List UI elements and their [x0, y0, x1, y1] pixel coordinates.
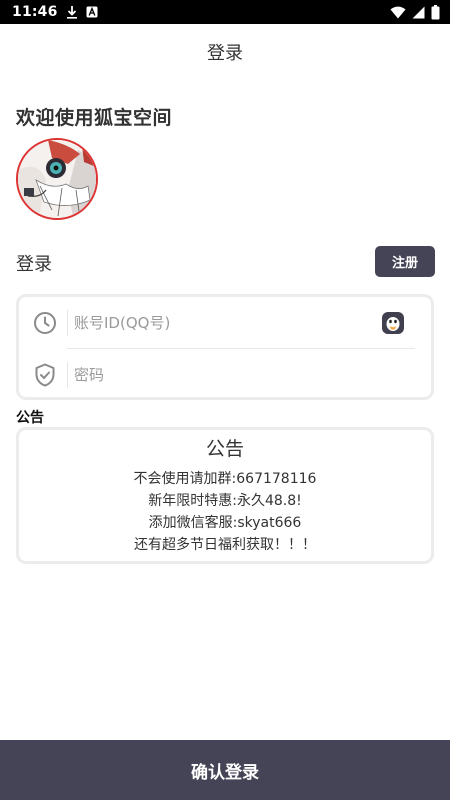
login-label: 登录 [16, 254, 52, 275]
field-separator [67, 362, 68, 388]
password-row [19, 349, 431, 401]
field-separator [67, 310, 68, 336]
signal-icon [412, 6, 425, 19]
notice-line: 还有超多节日福利获取！！！ [134, 537, 316, 553]
password-input[interactable] [74, 355, 431, 395]
avatar[interactable] [16, 138, 98, 220]
notice-line: 添加微信客服:skyat666 [148, 515, 302, 531]
login-form [16, 294, 434, 400]
status-bar: 11:46 [0, 0, 450, 24]
status-right [390, 4, 440, 20]
account-input[interactable] [74, 303, 431, 343]
notice-card: 公告 不会使用请加群:667178116 新年限时特惠:永久48.8! 添加微信… [16, 427, 434, 564]
page-title: 登录 [207, 43, 243, 64]
clock-icon [23, 311, 67, 335]
confirm-login-button[interactable]: 确认登录 [0, 740, 450, 800]
avatar-image [18, 140, 96, 218]
register-button[interactable]: 注册 [375, 246, 435, 277]
notice-body: 不会使用请加群:667178116 新年限时特惠:永久48.8! 添加微信客服:… [19, 468, 431, 556]
account-row [19, 297, 431, 349]
notice-label: 公告 [16, 410, 44, 426]
notice-title: 公告 [205, 438, 244, 460]
wifi-icon [390, 6, 406, 19]
status-time: 11:46 [12, 4, 58, 20]
status-left: 11:46 [12, 4, 98, 20]
header: 登录 [0, 24, 450, 80]
qq-icon[interactable] [381, 311, 405, 339]
notice-line: 新年限时特惠:永久48.8! [148, 493, 302, 509]
welcome-text: 欢迎使用狐宝空间 [16, 107, 173, 129]
notification-a-icon [86, 6, 98, 18]
battery-icon [431, 4, 440, 20]
shield-check-icon [23, 363, 67, 387]
download-icon [66, 5, 78, 19]
notice-line: 不会使用请加群:667178116 [133, 471, 317, 487]
